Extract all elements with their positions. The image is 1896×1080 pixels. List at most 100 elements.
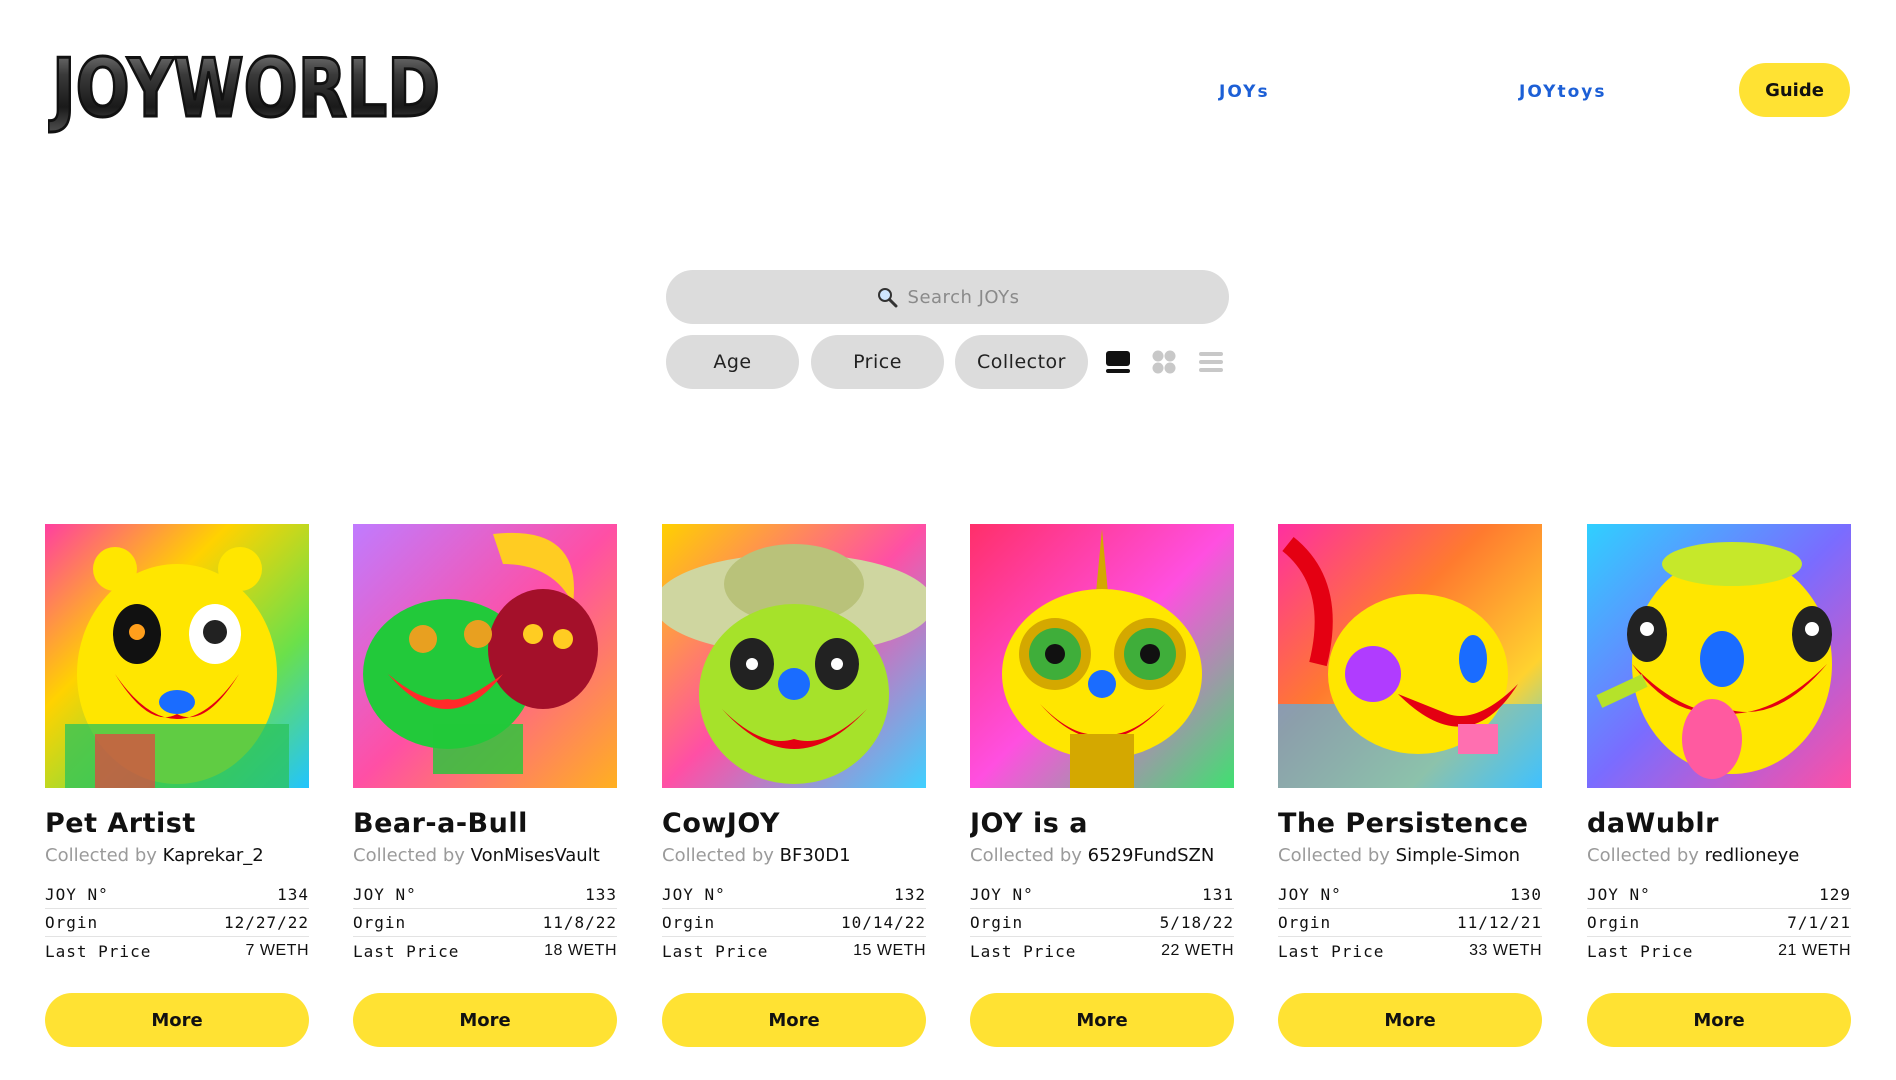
joy-card-image[interactable] [353, 524, 617, 788]
stat-number-row: JOY N° 130 [1278, 881, 1542, 909]
more-button[interactable]: More [970, 993, 1234, 1047]
stat-price-row: Last Price 22 WETH [970, 937, 1234, 965]
nav-joytoys-link[interactable]: JOYtoys [1519, 82, 1607, 102]
cowjoy-image [662, 524, 926, 788]
joy-card-collector: Collected by 6529FundSZN [970, 845, 1234, 866]
stat-price-row: Last Price 15 WETH [662, 937, 926, 965]
svg-text:JOYWORLD: JOYWORLD [48, 44, 440, 134]
stat-price-row: Last Price 21 WETH [1587, 937, 1851, 965]
stat-origin-label: Orgin [1587, 913, 1641, 932]
search-input[interactable]: Search JOYs [666, 270, 1229, 324]
stat-price-label: Last Price [970, 941, 1077, 961]
filter-age-button[interactable]: Age [666, 335, 799, 389]
stat-origin-label: Orgin [1278, 913, 1332, 932]
grid-view-icon[interactable] [1150, 348, 1178, 376]
stat-number-label: JOY N° [45, 885, 109, 904]
joy-card-collector: Collected by BF30D1 [662, 845, 926, 866]
stat-origin-label: Orgin [970, 913, 1024, 932]
pet-artist-image [45, 524, 309, 788]
search-icon [877, 288, 898, 308]
joy-card-collector: Collected by VonMisesVault [353, 845, 617, 866]
joy-card: daWublr Collected by redlioneye JOY N° 12… [1587, 524, 1851, 1047]
joy-card: Bear-a-Bull Collected by VonMisesVault J… [353, 524, 617, 1047]
stat-origin-value: 11/12/21 [1456, 913, 1542, 932]
stat-number-row: JOY N° 131 [970, 881, 1234, 909]
stat-price-value: 33 WETH [1469, 942, 1542, 959]
stat-origin-value: 5/18/22 [1159, 913, 1234, 932]
more-button[interactable]: More [662, 993, 926, 1047]
stat-origin-row: Orgin 11/12/21 [1278, 909, 1542, 937]
stat-origin-value: 11/8/22 [542, 913, 617, 932]
joy-card-image[interactable] [1587, 524, 1851, 788]
stat-origin-value: 12/27/22 [223, 913, 309, 932]
joy-card-title: daWublr [1587, 808, 1719, 839]
joy-card-title: Bear-a-Bull [353, 808, 528, 839]
stat-price-value: 22 WETH [1161, 942, 1234, 959]
joy-card: Pet Artist Collected by Kaprekar_2 JOY N… [45, 524, 309, 1047]
stat-price-value: 7 WETH [245, 942, 309, 959]
joy-card-stats: JOY N° 130 Orgin 11/12/21 Last Price 33 WET… [1278, 881, 1542, 965]
stat-number-row: JOY N° 134 [45, 881, 309, 909]
joy-card: CowJOY Collected by BF30D1 JOY N° 132 Org… [662, 524, 926, 1047]
collector-name[interactable]: redlioneye [1705, 845, 1800, 866]
stat-number-row: JOY N° 132 [662, 881, 926, 909]
collected-by-label: Collected by [1278, 845, 1390, 866]
joy-card-stats: JOY N° 133 Orgin 11/8/22 Last Price 18 WETH [353, 881, 617, 965]
filter-price-button[interactable]: Price [811, 335, 944, 389]
search-placeholder: Search JOYs [907, 286, 1020, 308]
joyworld-logo[interactable]: JOYWORLD [47, 41, 446, 137]
more-button[interactable]: More [45, 993, 309, 1047]
joy-card-image[interactable] [970, 524, 1234, 788]
stat-number-value: 130 [1510, 885, 1542, 904]
stat-number-label: JOY N° [970, 885, 1034, 904]
joy-card-stats: JOY N° 132 Orgin 10/14/22 Last Price 15 WET… [662, 881, 926, 965]
stat-number-row: JOY N° 129 [1587, 881, 1851, 909]
joy-card-title: Pet Artist [45, 808, 196, 839]
nav-joys-link[interactable]: JOYs [1219, 82, 1270, 102]
joy-card-image[interactable] [45, 524, 309, 788]
stat-origin-row: Orgin 11/8/22 [353, 909, 617, 937]
more-button[interactable]: More [1587, 993, 1851, 1047]
collector-name[interactable]: 6529FundSZN [1088, 845, 1215, 866]
joy-card-title: The Persistence [1278, 808, 1529, 839]
stat-number-value: 134 [277, 885, 309, 904]
stat-number-label: JOY N° [353, 885, 417, 904]
stat-number-label: JOY N° [1587, 885, 1651, 904]
joy-card-collector: Collected by Kaprekar_2 [45, 845, 309, 866]
collector-name[interactable]: Kaprekar_2 [163, 845, 264, 866]
stat-number-label: JOY N° [1278, 885, 1342, 904]
joy-card-collector: Collected by Simple-Simon [1278, 845, 1542, 866]
joy-card-title: CowJOY [662, 808, 780, 839]
stat-price-row: Last Price 7 WETH [45, 937, 309, 965]
list-view-icon[interactable] [1197, 348, 1225, 376]
more-button[interactable]: More [353, 993, 617, 1047]
collector-name[interactable]: Simple-Simon [1396, 845, 1520, 866]
the-persistence-image [1278, 524, 1542, 788]
filter-collector-button[interactable]: Collector [955, 335, 1088, 389]
joy-is-a-image [970, 524, 1234, 788]
stat-price-label: Last Price [45, 941, 152, 961]
stat-number-value: 131 [1202, 885, 1234, 904]
stat-origin-value: 10/14/22 [840, 913, 926, 932]
collector-name[interactable]: BF30D1 [780, 845, 851, 866]
stat-price-value: 15 WETH [853, 942, 926, 959]
joy-card-stats: JOY N° 134 Orgin 12/27/22 Last Price 7 WETH [45, 881, 309, 965]
joy-card-stats: JOY N° 129 Orgin 7/1/21 Last Price 21 WETH [1587, 881, 1851, 965]
stat-origin-value: 7/1/21 [1787, 913, 1851, 932]
stat-number-value: 133 [585, 885, 617, 904]
joy-card: The Persistence Collected by Simple-Simo… [1278, 524, 1542, 1047]
joy-card: JOY is a Collected by 6529FundSZN JOY N°… [970, 524, 1234, 1047]
joy-card-image[interactable] [662, 524, 926, 788]
guide-button[interactable]: Guide [1739, 63, 1850, 117]
joy-card-image[interactable] [1278, 524, 1542, 788]
collected-by-label: Collected by [1587, 845, 1699, 866]
stat-price-row: Last Price 33 WETH [1278, 937, 1542, 965]
stat-origin-label: Orgin [353, 913, 407, 932]
bear-a-bull-image [353, 524, 617, 788]
stat-price-row: Last Price 18 WETH [353, 937, 617, 965]
collected-by-label: Collected by [970, 845, 1082, 866]
stat-origin-row: Orgin 12/27/22 [45, 909, 309, 937]
large-view-icon[interactable] [1104, 348, 1132, 376]
collector-name[interactable]: VonMisesVault [471, 845, 600, 866]
more-button[interactable]: More [1278, 993, 1542, 1047]
